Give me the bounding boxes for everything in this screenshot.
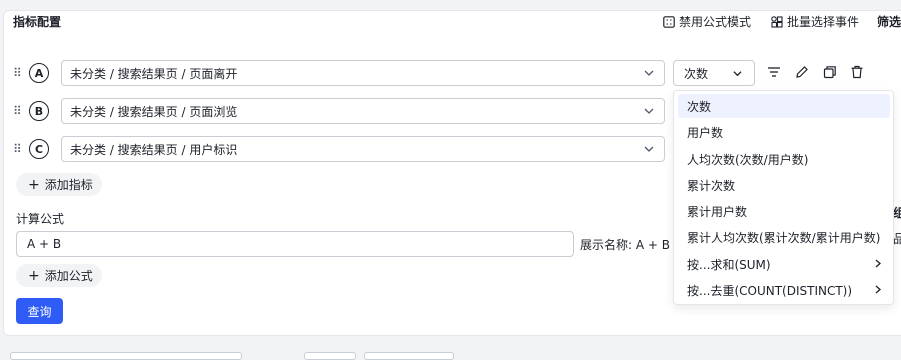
indicator-letter-badge: B [29,101,49,121]
filter-section-label: 筛选 [877,15,901,29]
dropdown-option-cumulative-count[interactable]: 累计次数 [678,173,890,197]
bottom-button[interactable] [364,352,454,360]
bottom-input[interactable] [10,352,242,360]
dropdown-option-sum[interactable]: 按...求和(SUM) [678,252,890,276]
option-label: 用户数 [687,125,724,140]
indicator-event-select-b[interactable]: 未分类 / 搜索结果页 / 页面浏览 [61,98,665,124]
add-formula-label: 添加公式 [44,269,93,283]
dropdown-option-avg[interactable]: 人均次数(次数/用户数) [678,147,890,171]
batch-select-label: 批量选择事件 [787,15,860,29]
add-indicator-label: 添加指标 [44,178,93,192]
formula-input[interactable]: A + B [16,231,574,257]
chevron-down-icon [644,108,654,114]
indicator-letter-badge: C [29,139,49,159]
formula-value: A + B [27,237,62,251]
option-label: 累计次数 [687,178,736,193]
drag-handle-icon[interactable]: ⠿ [13,104,23,118]
metric-type-value: 次数 [684,66,709,81]
metric-type-dropdown: 次数 用户数 人均次数(次数/用户数) 累计次数 累计用户数 累计人均次数(累计… [673,90,894,305]
disable-formula-label: 禁用公式模式 [679,15,752,29]
metric-type-select[interactable]: 次数 [673,60,755,86]
indicator-event-value: 未分类 / 搜索结果页 / 用户标识 [70,142,238,157]
option-label: 人均次数(次数/用户数) [687,152,809,167]
indicator-event-select-c[interactable]: 未分类 / 搜索结果页 / 用户标识 [61,136,665,162]
edit-icon[interactable] [795,65,809,79]
option-label: 按...去重(COUNT(DISTINCT)) [687,283,853,298]
indicator-event-value: 未分类 / 搜索结果页 / 页面离开 [70,66,238,81]
chevron-down-icon [733,71,742,77]
chevron-down-icon [644,70,654,76]
chevron-right-icon [875,285,881,294]
drag-handle-icon[interactable]: ⠿ [13,66,23,80]
chevron-right-icon [875,259,881,268]
chevron-down-icon [644,146,654,152]
filter-icon[interactable] [767,65,781,79]
drag-handle-icon[interactable]: ⠿ [13,142,23,156]
plus-icon: + [28,176,40,193]
indicator-row-a: ⠿ A [13,60,49,86]
display-name-value[interactable]: A + B [636,238,670,252]
plus-icon: + [28,267,40,284]
formula-label: 计算公式 [16,212,65,226]
indicator-letter-badge: A [29,63,49,83]
delete-icon[interactable] [850,65,864,79]
dropdown-option-distinct[interactable]: 按...去重(COUNT(DISTINCT)) [678,278,890,302]
display-name-label: 展示名称: [580,238,633,252]
dropdown-option-count[interactable]: 次数 [678,94,890,118]
option-label: 累计用户数 [687,204,748,219]
panel-title: 指标配置 [13,15,62,29]
copy-icon[interactable] [823,65,837,79]
option-label: 按...求和(SUM) [687,257,771,272]
bottom-button[interactable] [304,352,356,360]
disable-formula-button[interactable]: 禁用公式模式 [663,13,751,30]
indicator-row-b: ⠿ B [13,98,49,124]
option-label: 次数 [687,99,712,114]
batch-select-button[interactable]: 批量选择事件 [771,13,859,30]
dropdown-option-cumulative-avg[interactable]: 累计人均次数(累计次数/累计用户数) [678,225,890,249]
calculator-icon [663,15,675,28]
add-indicator-button[interactable]: + 添加指标 [16,173,102,196]
dropdown-option-cumulative-users[interactable]: 累计用户数 [678,199,890,223]
indicator-event-select-a[interactable]: 未分类 / 搜索结果页 / 页面离开 [61,60,665,86]
add-formula-button[interactable]: + 添加公式 [16,264,102,287]
side-peek-item: 品 [893,232,901,246]
indicator-event-value: 未分类 / 搜索结果页 / 页面浏览 [70,104,238,119]
batch-select-icon [771,15,783,28]
dropdown-option-users[interactable]: 用户数 [678,120,890,144]
option-label: 累计人均次数(累计次数/累计用户数) [687,230,881,245]
side-peek-group: 组 [893,206,901,220]
display-name: 展示名称: A + B [580,236,670,253]
query-button[interactable]: 查询 [16,298,63,324]
indicator-row-c: ⠿ C [13,136,49,162]
